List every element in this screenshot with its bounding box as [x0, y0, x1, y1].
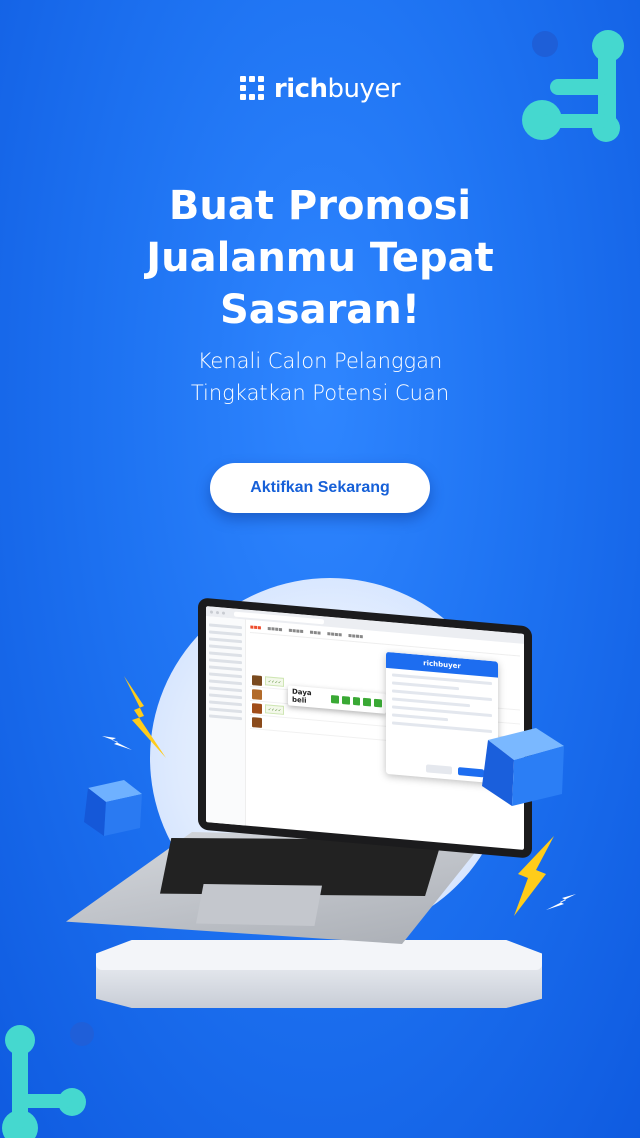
- pedestal: [96, 940, 542, 1008]
- brand-logo: richbuyer: [0, 74, 640, 104]
- molecule-icon: [2, 1022, 94, 1138]
- headline-line: Buat Promosi: [168, 183, 472, 229]
- subheadline-line: Tingkatkan Potensi Cuan: [190, 381, 450, 405]
- subheadline-line: Kenali Calon Pelanggan: [197, 349, 443, 373]
- laptop-trackpad: [196, 884, 322, 926]
- subheadline: Kenali Calon Pelanggan Tingkatkan Potens…: [40, 345, 600, 409]
- headline: Buat Promosi Jualanmu Tepat Sasaran!: [40, 180, 600, 336]
- spark-icon: [546, 894, 576, 910]
- headline-line: Sasaran!: [219, 287, 421, 333]
- activate-now-button[interactable]: Aktifkan Sekarang: [210, 463, 430, 513]
- cube-icon: [84, 780, 142, 836]
- logo-wordmark: richbuyer: [273, 74, 401, 104]
- headline-line: Jualanmu Tepat: [146, 235, 494, 281]
- promo-banner: richbuyer Buat Promosi Jualanmu Tepat Sa…: [0, 0, 640, 1138]
- cube-icon: [482, 728, 564, 806]
- logo-mark-icon: [239, 76, 266, 102]
- spark-icon: [102, 736, 132, 750]
